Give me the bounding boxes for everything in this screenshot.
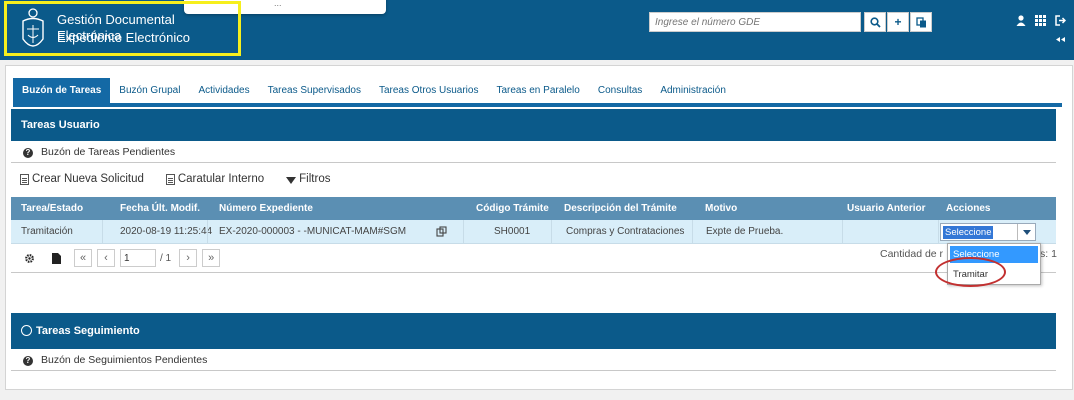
- tab-actividades[interactable]: Actividades: [189, 78, 258, 103]
- document-icon: [165, 173, 175, 185]
- tab-bar: Buzón de Tareas Buzón Grupal Actividades…: [13, 78, 735, 103]
- annotation-circle: [935, 257, 1006, 287]
- cell-tarea: Tramitación: [21, 226, 73, 237]
- record-count-label: Cantidad de r: [880, 248, 944, 260]
- crest-logo-icon: [22, 8, 44, 47]
- search-button[interactable]: [864, 12, 886, 32]
- next-page-button[interactable]: ›: [179, 249, 198, 267]
- col-divider: [692, 220, 693, 244]
- help-icon[interactable]: ?: [23, 148, 33, 158]
- cell-motivo: Expte de Prueba.: [706, 226, 784, 237]
- app-subtitle: Expediente Electrónico: [57, 30, 190, 45]
- search-icon: [869, 16, 881, 28]
- document-icon: [20, 173, 29, 185]
- crear-solicitud-label: Crear Nueva Solicitud: [32, 173, 144, 185]
- col-tarea-estado[interactable]: Tarea/Estado: [21, 197, 83, 220]
- record-count-tail: s: 1: [1040, 248, 1057, 260]
- tab-tareas-otros-usuarios[interactable]: Tareas Otros Usuarios: [370, 78, 487, 103]
- tab-underline: [13, 103, 1062, 107]
- tareas-pendientes-label: Buzón de Tareas Pendientes: [41, 146, 176, 158]
- gear-icon[interactable]: [24, 253, 35, 264]
- tab-tareas-supervisados[interactable]: Tareas Supervisados: [259, 78, 370, 103]
- filter-icon: [286, 176, 297, 184]
- cell-codigo: SH0001: [494, 226, 531, 237]
- acciones-select-value: Seleccione: [943, 226, 994, 239]
- col-codigo-tramite[interactable]: Código Trámite: [476, 197, 549, 220]
- tab-consultas[interactable]: Consultas: [589, 78, 651, 103]
- pager: « ‹ / 1 › »: [24, 248, 225, 268]
- user-icon[interactable]: [1016, 15, 1026, 26]
- gde-search-input[interactable]: [649, 12, 861, 32]
- seguimientos-pendientes-row: ? Buzón de Seguimientos Pendientes: [11, 349, 1056, 371]
- help-icon[interactable]: ?: [23, 356, 33, 366]
- table-row[interactable]: Tramitación 2020-08-19 11:25:44 EX-2020-…: [11, 220, 1056, 244]
- copy-expediente-icon[interactable]: [436, 226, 447, 237]
- app-logo-box[interactable]: Gestión Documental Electrónica Expedient…: [4, 1, 241, 56]
- plus-icon: +: [894, 15, 902, 29]
- col-divider: [938, 220, 939, 244]
- seguimientos-pendientes-label: Buzón de Seguimientos Pendientes: [41, 354, 208, 366]
- tareas-usuario-header[interactable]: Tareas Usuario: [11, 109, 1056, 141]
- crear-solicitud-button[interactable]: Crear Nueva Solicitud: [20, 173, 144, 185]
- add-button[interactable]: +: [887, 12, 909, 32]
- copy-icon: [915, 16, 926, 27]
- filtros-label: Filtros: [299, 173, 331, 185]
- tab-administracion[interactable]: Administración: [651, 78, 735, 103]
- grid-icon[interactable]: [1035, 15, 1046, 26]
- prev-page-button[interactable]: ‹: [97, 249, 115, 267]
- filtros-button[interactable]: Filtros: [286, 173, 330, 185]
- caratular-interno-button[interactable]: Caratular Interno: [165, 173, 265, 185]
- cell-fecha: 2020-08-19 11:25:44: [120, 226, 213, 237]
- col-divider: [102, 220, 103, 244]
- tareas-seguimiento-header[interactable]: Tareas Seguimiento: [11, 313, 1056, 349]
- col-motivo[interactable]: Motivo: [705, 197, 737, 220]
- logout-icon[interactable]: [1055, 15, 1066, 26]
- tareas-seguimiento-title: Tareas Seguimiento: [36, 325, 140, 337]
- tab-tareas-paralelo[interactable]: Tareas en Paralelo: [487, 78, 588, 103]
- col-divider: [842, 220, 843, 244]
- chevron-circle-icon: [21, 325, 32, 336]
- col-usuario-anterior[interactable]: Usuario Anterior: [847, 197, 926, 220]
- tab-buzon-tareas[interactable]: Buzón de Tareas: [13, 78, 111, 103]
- table-header: Tarea/Estado Fecha Últ. Modif. Número Ex…: [11, 197, 1056, 220]
- export-document-icon[interactable]: [52, 252, 61, 264]
- col-descripcion[interactable]: Descripción del Trámite: [564, 197, 677, 220]
- first-page-button[interactable]: «: [74, 249, 92, 267]
- double-arrow-icon[interactable]: [1056, 37, 1065, 42]
- chevron-down-icon[interactable]: [1017, 224, 1035, 240]
- page-total: / 1: [160, 252, 172, 264]
- col-divider: [551, 220, 552, 244]
- tab-buzon-grupal[interactable]: Buzón Grupal: [110, 78, 189, 103]
- col-divider: [463, 220, 464, 244]
- col-fecha[interactable]: Fecha Últ. Modif.: [120, 197, 200, 220]
- caratular-interno-label: Caratular Interno: [177, 173, 265, 185]
- cell-expediente: EX-2020-000003 - -MUNICAT-MAM#SGM: [219, 226, 407, 237]
- col-acciones[interactable]: Acciones: [946, 197, 990, 220]
- pager-divider: [11, 272, 1056, 273]
- cell-descripcion: Compras y Contrataciones: [566, 226, 685, 237]
- acciones-select[interactable]: Seleccione: [940, 223, 1036, 241]
- col-divider: [207, 220, 208, 244]
- col-numero-expediente[interactable]: Número Expediente: [219, 197, 313, 220]
- top-header: ... Gestión Documental Electrónica Exped…: [0, 0, 1074, 60]
- tareas-pendientes-row: ? Buzón de Tareas Pendientes: [11, 141, 1056, 163]
- last-page-button[interactable]: »: [202, 249, 221, 267]
- page-input[interactable]: [120, 249, 156, 267]
- copy-button[interactable]: [910, 12, 932, 32]
- action-bar: Crear Nueva Solicitud Caratular Interno …: [20, 173, 330, 185]
